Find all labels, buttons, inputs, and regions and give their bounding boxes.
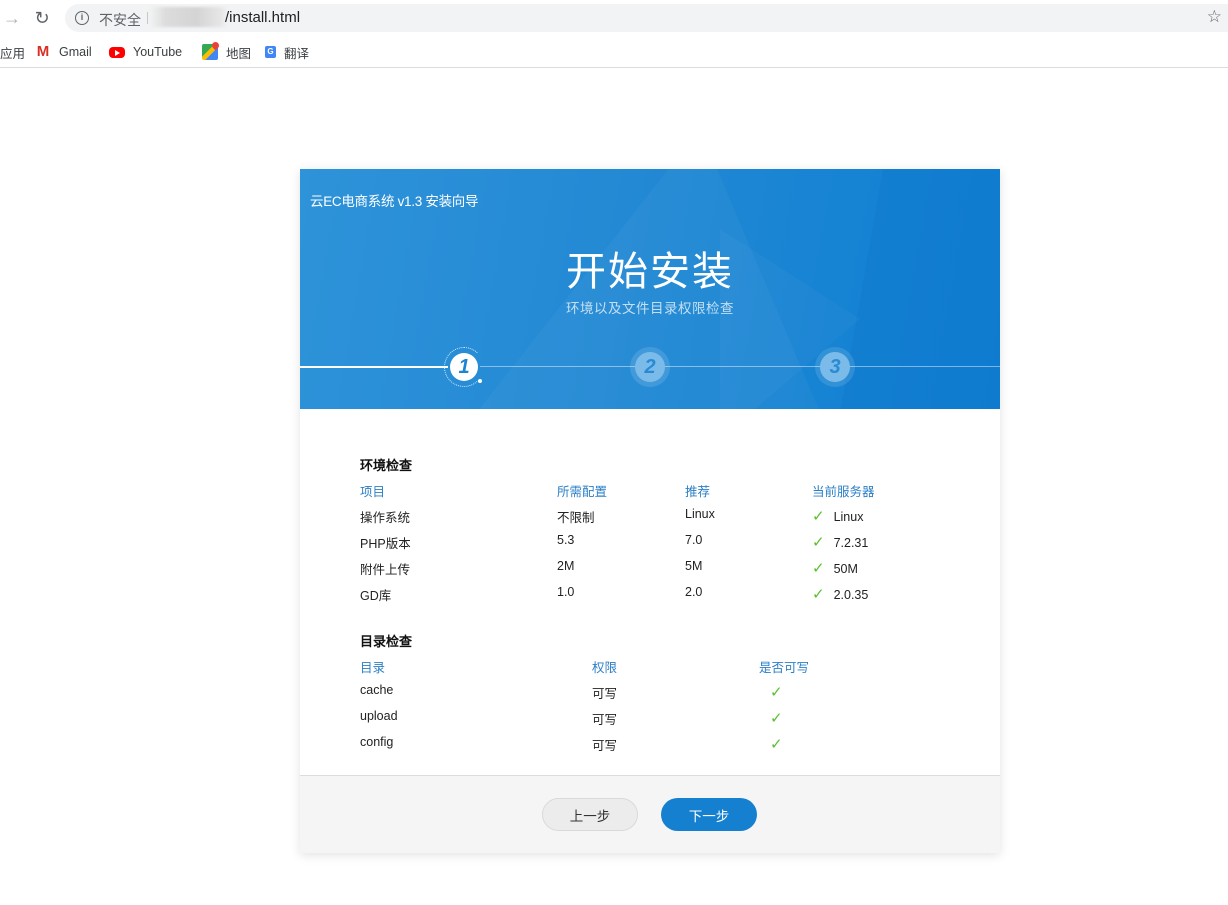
install-wizard-card: 云EC电商系统 v1.3 安装向导 开始安装 环境以及文件目录权限检查 1 2 … <box>300 169 1000 853</box>
youtube-icon <box>109 47 125 58</box>
cell-recommended: Linux <box>685 507 715 521</box>
forward-icon[interactable]: → <box>0 6 24 30</box>
cell-current: ✓ 2.0.35 <box>812 585 868 603</box>
check-icon: ✓ <box>770 684 783 701</box>
address-bar[interactable]: i 不安全 /install.html ☆ <box>65 4 1228 32</box>
table-row: 操作系统 不限制 Linux ✓ Linux <box>360 507 940 527</box>
dir-table-header: 目录 权限 是否可写 <box>360 657 940 677</box>
cell-required: 5.3 <box>557 533 575 547</box>
bookmark-gmail[interactable]: M Gmail <box>35 43 92 61</box>
bookmark-label: YouTube <box>133 45 183 59</box>
table-row: config 可写 ✓ <box>360 735 940 755</box>
check-icon: ✓ <box>812 534 825 551</box>
current-value: 50M <box>833 562 858 576</box>
cell-item: PHP版本 <box>360 537 411 551</box>
step-ring-dot <box>478 379 482 383</box>
cell-permission: 可写 <box>592 687 618 701</box>
dir-check-title: 目录检查 <box>360 634 413 649</box>
cell-current: ✓ 50M <box>812 559 858 577</box>
col-header: 权限 <box>592 661 618 675</box>
bookmark-maps[interactable]: 地图 <box>202 43 251 61</box>
env-table-header: 项目 所需配置 推荐 当前服务器 <box>360 481 940 501</box>
cell-dir: upload <box>360 709 398 723</box>
cell-item: GD库 <box>360 589 392 603</box>
cell-required: 不限制 <box>557 511 595 525</box>
cell-current: ✓ Linux <box>812 507 863 525</box>
check-icon: ✓ <box>770 736 783 753</box>
cell-permission: 可写 <box>592 713 618 727</box>
cell-item: 附件上传 <box>360 563 411 577</box>
next-step-button[interactable]: 下一步 <box>661 798 757 831</box>
app-title: 云EC电商系统 v1.3 安装向导 <box>310 194 479 209</box>
bookmark-label: Gmail <box>59 45 92 59</box>
bookmarks-bar: 应用 M Gmail YouTube 地图 G 翻译 <box>0 36 1228 68</box>
col-header: 是否可写 <box>759 661 810 675</box>
progress-line <box>480 366 1000 367</box>
page-title: 开始安装 <box>566 250 734 294</box>
table-row: 附件上传 2M 5M ✓ 50M <box>360 559 940 579</box>
translate-icon: G <box>265 46 281 61</box>
wizard-header: 云EC电商系统 v1.3 安装向导 开始安装 环境以及文件目录权限检查 1 2 … <box>300 169 1000 409</box>
cell-current: ✓ 7.2.31 <box>812 533 868 551</box>
cell-item: 操作系统 <box>360 511 411 525</box>
env-check-title: 环境检查 <box>360 458 413 473</box>
browser-toolbar: → ↻ i 不安全 /install.html ☆ <box>0 0 1228 36</box>
url-text[interactable]: /install.html <box>225 9 300 26</box>
step-3: 3 <box>815 347 855 387</box>
current-value: Linux <box>833 510 864 524</box>
bookmark-star-icon[interactable]: ☆ <box>1207 7 1222 27</box>
step-number: 3 <box>820 352 850 382</box>
col-header: 当前服务器 <box>812 485 875 499</box>
cell-dir: config <box>360 735 394 749</box>
cell-recommended: 2.0 <box>685 585 703 599</box>
url-redacted <box>150 7 228 27</box>
step-1: 1 <box>444 347 484 387</box>
prev-step-button[interactable]: 上一步 <box>542 798 638 831</box>
col-header: 项目 <box>360 485 386 499</box>
check-icon: ✓ <box>812 560 825 577</box>
info-icon[interactable]: i <box>75 11 89 25</box>
cell-required: 2M <box>557 559 575 573</box>
security-label[interactable]: 不安全 <box>99 10 141 30</box>
bookmark-translate[interactable]: G 翻译 <box>265 43 309 61</box>
step-number: 2 <box>635 352 665 382</box>
wizard-footer: 上一步 下一步 <box>300 775 1000 853</box>
maps-icon <box>202 44 218 60</box>
page-subtitle: 环境以及文件目录权限检查 <box>566 301 734 316</box>
bookmark-label: 地图 <box>226 46 252 61</box>
col-header: 推荐 <box>685 485 711 499</box>
cell-permission: 可写 <box>592 739 618 753</box>
bookmark-label: 应用 <box>0 46 26 61</box>
bookmark-apps[interactable]: 应用 <box>0 43 25 61</box>
step-2: 2 <box>630 347 670 387</box>
table-row: GD库 1.0 2.0 ✓ 2.0.35 <box>360 585 940 605</box>
col-header: 目录 <box>360 661 386 675</box>
reload-icon[interactable]: ↻ <box>30 6 54 30</box>
bookmark-youtube[interactable]: YouTube <box>109 43 182 61</box>
table-row: cache 可写 ✓ <box>360 683 940 703</box>
check-icon: ✓ <box>812 586 825 603</box>
bookmark-label: 翻译 <box>284 46 310 61</box>
cell-dir: cache <box>360 683 394 697</box>
table-row: PHP版本 5.3 7.0 ✓ 7.2.31 <box>360 533 940 553</box>
current-value: 2.0.35 <box>833 588 869 602</box>
table-row: upload 可写 ✓ <box>360 709 940 729</box>
current-value: 7.2.31 <box>833 536 869 550</box>
progress-line-complete <box>300 366 448 368</box>
cell-required: 1.0 <box>557 585 575 599</box>
check-icon: ✓ <box>770 710 783 727</box>
gmail-icon: M <box>36 43 50 60</box>
cell-recommended: 7.0 <box>685 533 703 547</box>
col-header: 所需配置 <box>557 485 608 499</box>
cell-recommended: 5M <box>685 559 703 573</box>
url-separator <box>147 12 148 24</box>
check-icon: ✓ <box>812 508 825 525</box>
